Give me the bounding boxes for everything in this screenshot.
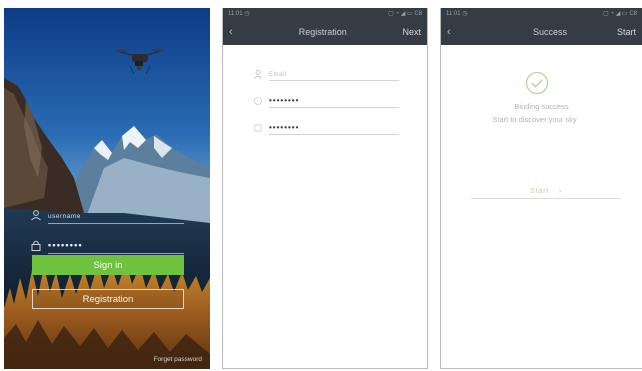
success-message-title: Binding success [514, 102, 569, 111]
next-button[interactable]: Next [402, 27, 421, 37]
password-field[interactable]: •••••••• [30, 232, 184, 254]
registration-button[interactable]: Registration [32, 289, 184, 309]
username-field[interactable]: username [30, 202, 184, 224]
status-time: 11:01 ◷ [446, 11, 468, 17]
success-header: 11:01 ◷ ▢ ◔ ◢ ▭ C8 ‹ Success Start [441, 8, 642, 45]
lock-icon [31, 240, 41, 251]
email-input[interactable]: Email [269, 67, 399, 81]
back-chevron-icon[interactable]: ‹ [229, 26, 243, 38]
start-button[interactable]: Start › [471, 183, 621, 199]
forget-password-link[interactable]: Forget password [154, 356, 202, 363]
confirm-password-field[interactable]: •••••••• [253, 121, 399, 135]
password-input[interactable]: •••••••• [48, 232, 184, 254]
user-icon [253, 69, 263, 79]
status-icons: ▢ ◔ ◢ ▭ C8 [603, 11, 637, 17]
lock-icon [253, 96, 263, 106]
email-field[interactable]: Email [253, 67, 399, 81]
check-circle-icon [525, 71, 549, 95]
chevron-right-icon: › [558, 186, 562, 195]
login-screen: username •••••••• Sign in Registration F… [4, 8, 210, 369]
lock-icon [254, 124, 262, 132]
start-header-button[interactable]: Start [617, 27, 636, 37]
registration-screen: 11:01 ◷ ▢ ◔ ◢ ▭ C8 ‹ Registration Next E… [222, 8, 428, 369]
user-icon [31, 210, 41, 221]
password-input[interactable]: •••••••• [269, 94, 399, 108]
sign-in-button[interactable]: Sign in [32, 255, 184, 275]
status-icons: ▢ ◔ ◢ ▭ C8 [388, 11, 422, 17]
start-button-label: Start [530, 186, 549, 195]
status-time: 11:01 ◷ [228, 11, 250, 17]
status-bar: 11:01 ◷ ▢ ◔ ◢ ▭ C8 [223, 8, 427, 19]
page-title: Success [532, 27, 567, 37]
back-chevron-icon[interactable]: ‹ [447, 26, 461, 38]
mountain-background-image [4, 8, 210, 369]
registration-header: 11:01 ◷ ▢ ◔ ◢ ▭ C8 ‹ Registration Next [223, 8, 427, 45]
nav-bar: ‹ Registration Next [223, 19, 427, 45]
page-title: Registration [298, 27, 347, 37]
success-message-subtitle: Start to discover your sky [492, 115, 577, 124]
username-input[interactable]: username [48, 202, 184, 224]
status-bar: 11:01 ◷ ▢ ◔ ◢ ▭ C8 [441, 8, 642, 19]
success-screen: 11:01 ◷ ▢ ◔ ◢ ▭ C8 ‹ Success Start Bindi… [440, 8, 642, 369]
confirm-password-input[interactable]: •••••••• [269, 121, 399, 135]
nav-bar: ‹ Success Start [441, 19, 642, 45]
password-field[interactable]: •••••••• [253, 94, 399, 108]
